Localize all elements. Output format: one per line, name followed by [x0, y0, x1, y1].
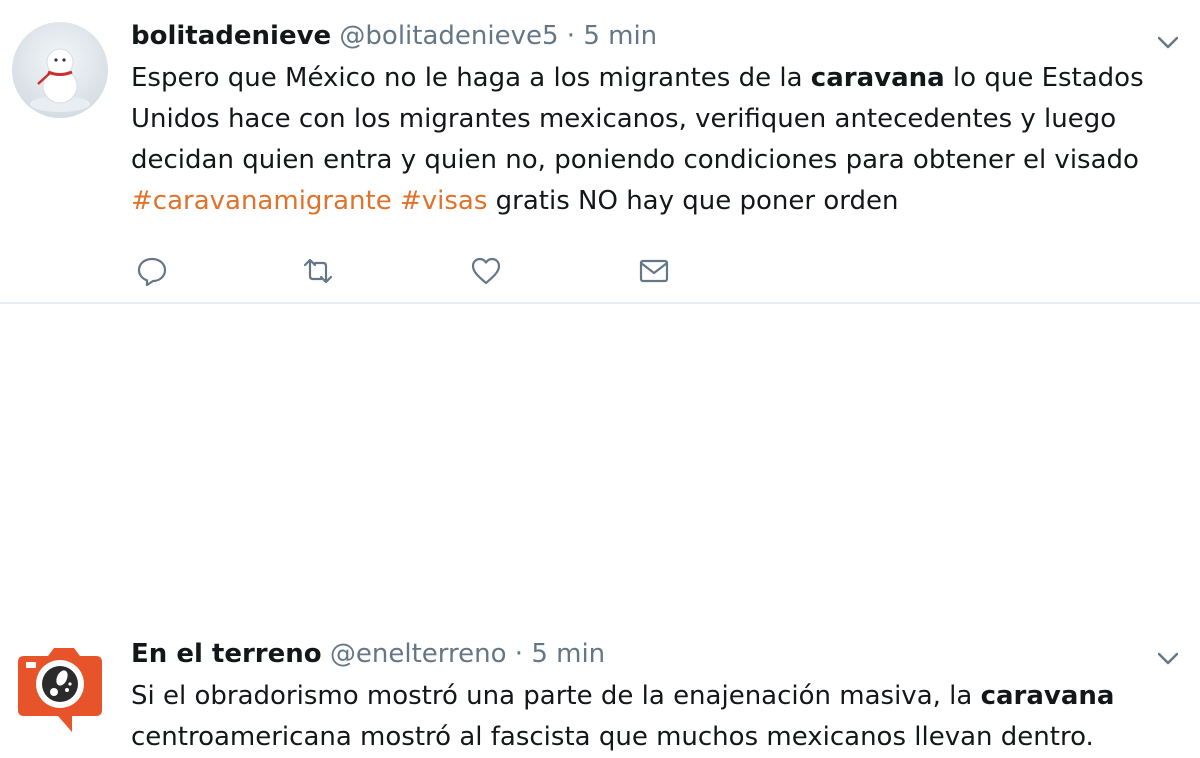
tweet-header: bolitadenieve @bolitadenieve5 · 5 min: [131, 20, 657, 52]
text-part: Espero que México no le haga a los migra…: [131, 63, 811, 93]
tweet: En el terreno @enelterreno · 5 min Si el…: [0, 304, 1200, 752]
user-handle[interactable]: @bolitadenieve5: [339, 21, 558, 51]
timestamp[interactable]: 5 min: [583, 21, 657, 51]
retweet-icon[interactable]: [301, 254, 337, 288]
chevron-down-icon[interactable]: [1154, 28, 1182, 56]
text-part: gratis NO hay que poner orden: [487, 186, 899, 216]
tweet: bolitadenieve @bolitadenieve5 · 5 min Es…: [0, 0, 1200, 304]
tweet-header: En el terreno @enelterreno · 5 min: [131, 638, 605, 670]
avatar[interactable]: [12, 638, 108, 734]
highlight-keyword: caravana: [810, 63, 945, 93]
text-part: centroamericana mostró al fascista que m…: [131, 722, 1094, 752]
tweet-actions: [131, 254, 691, 288]
display-name[interactable]: En el terreno: [131, 639, 322, 669]
message-icon[interactable]: [637, 254, 673, 288]
snowman-avatar-image: [12, 22, 108, 118]
like-icon[interactable]: [469, 254, 505, 288]
hashtag-link[interactable]: #visas: [400, 186, 487, 216]
reply-icon[interactable]: [135, 254, 171, 288]
tweet-text: Espero que México no le haga a los migra…: [131, 58, 1171, 222]
text-part: Si el obradorismo mostró una parte de la…: [131, 681, 981, 711]
user-handle[interactable]: @enelterreno: [330, 639, 507, 669]
camera-logo-icon: [18, 648, 102, 732]
display-name[interactable]: bolitadenieve: [131, 21, 331, 51]
timestamp[interactable]: 5 min: [531, 639, 605, 669]
highlight-keyword: caravana: [980, 681, 1115, 711]
separator: ·: [514, 639, 524, 669]
separator: ·: [566, 21, 576, 51]
hashtag-link[interactable]: #caravanamigrante: [131, 186, 392, 216]
tweet-text: Si el obradorismo mostró una parte de la…: [131, 676, 1171, 758]
avatar[interactable]: [12, 22, 108, 118]
chevron-down-icon[interactable]: [1154, 644, 1182, 672]
